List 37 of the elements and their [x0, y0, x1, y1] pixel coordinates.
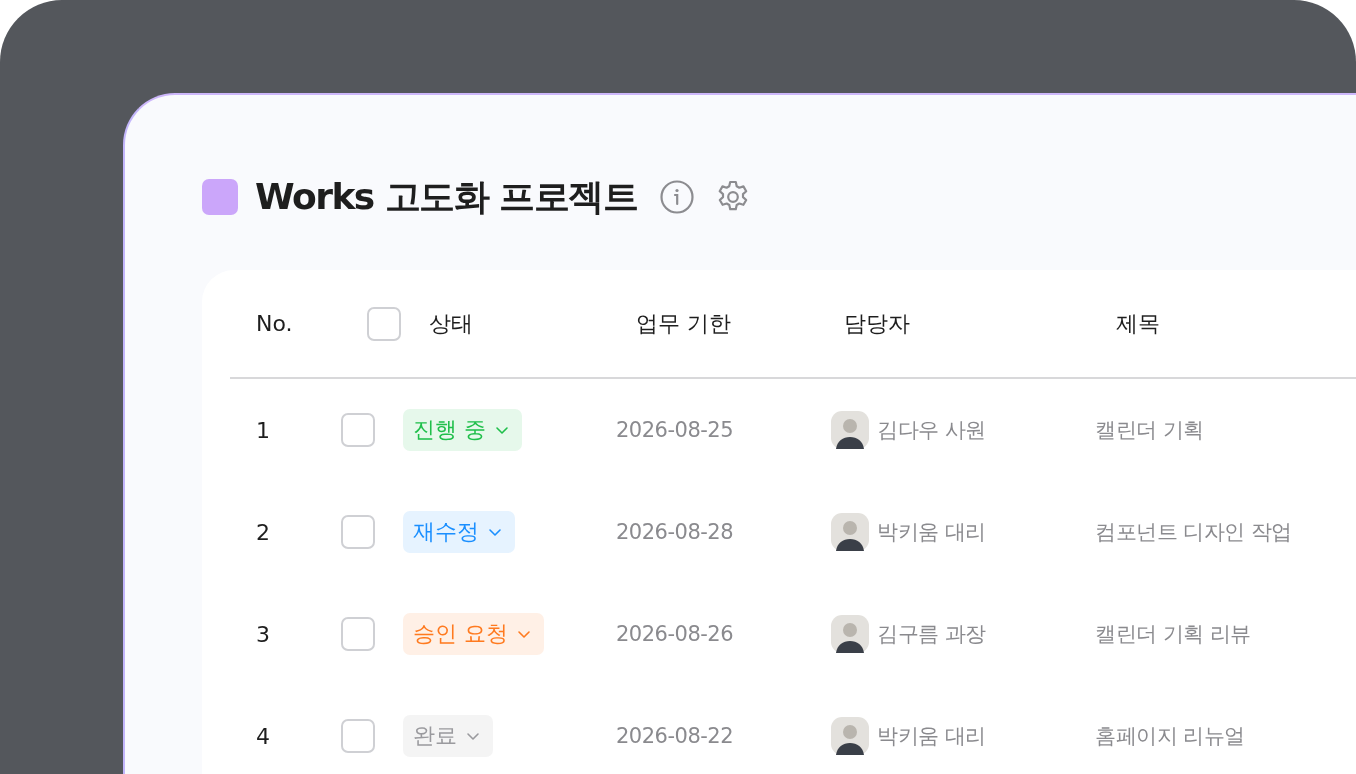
task-title: 캘린더 기획 리뷰 — [1094, 621, 1252, 648]
assignee-name: 박키움 대리 — [877, 519, 986, 546]
status-dropdown[interactable]: 승인 요청 — [403, 613, 544, 655]
due-date: 2026-08-22 — [615, 724, 735, 748]
task-title: 컴포넌트 디자인 작업 — [1094, 519, 1293, 546]
column-header: 업무 기한 — [636, 309, 732, 338]
row-number: 3 — [256, 621, 271, 647]
assignee-name: 박키움 대리 — [877, 723, 986, 750]
avatar — [831, 411, 869, 449]
row-number: 4 — [256, 723, 271, 749]
checkbox[interactable] — [341, 413, 375, 447]
checkbox[interactable] — [341, 515, 375, 549]
due-date: 2026-08-26 — [615, 622, 735, 646]
checkbox[interactable] — [341, 617, 375, 651]
project-title: Works 고도화 프로젝트 — [255, 174, 638, 219]
row-number: 1 — [256, 417, 271, 443]
status-dropdown[interactable]: 재수정 — [403, 511, 515, 553]
column-header: 담당자 — [844, 309, 911, 338]
due-date: 2026-08-25 — [615, 418, 735, 442]
avatar — [831, 615, 869, 653]
task-title: 캘린더 기획 — [1094, 417, 1205, 444]
status-dropdown[interactable]: 완료 — [403, 715, 493, 757]
column-header: 제목 — [1116, 309, 1161, 338]
status-dropdown[interactable]: 진행 중 — [403, 409, 522, 451]
assignee-name: 김다우 사원 — [877, 417, 986, 444]
column-header: No. — [256, 311, 294, 336]
row-number: 2 — [256, 519, 271, 545]
task-title: 홈페이지 리뉴얼 — [1094, 723, 1246, 750]
project-color-icon — [202, 179, 238, 215]
info-icon[interactable] — [659, 179, 696, 215]
column-header: 상태 — [429, 309, 474, 338]
due-date: 2026-08-28 — [615, 520, 735, 544]
avatar — [831, 717, 869, 755]
avatar — [831, 513, 869, 551]
assignee-name: 김구름 과장 — [877, 621, 986, 648]
checkbox[interactable] — [367, 306, 401, 341]
checkbox[interactable] — [341, 719, 375, 753]
